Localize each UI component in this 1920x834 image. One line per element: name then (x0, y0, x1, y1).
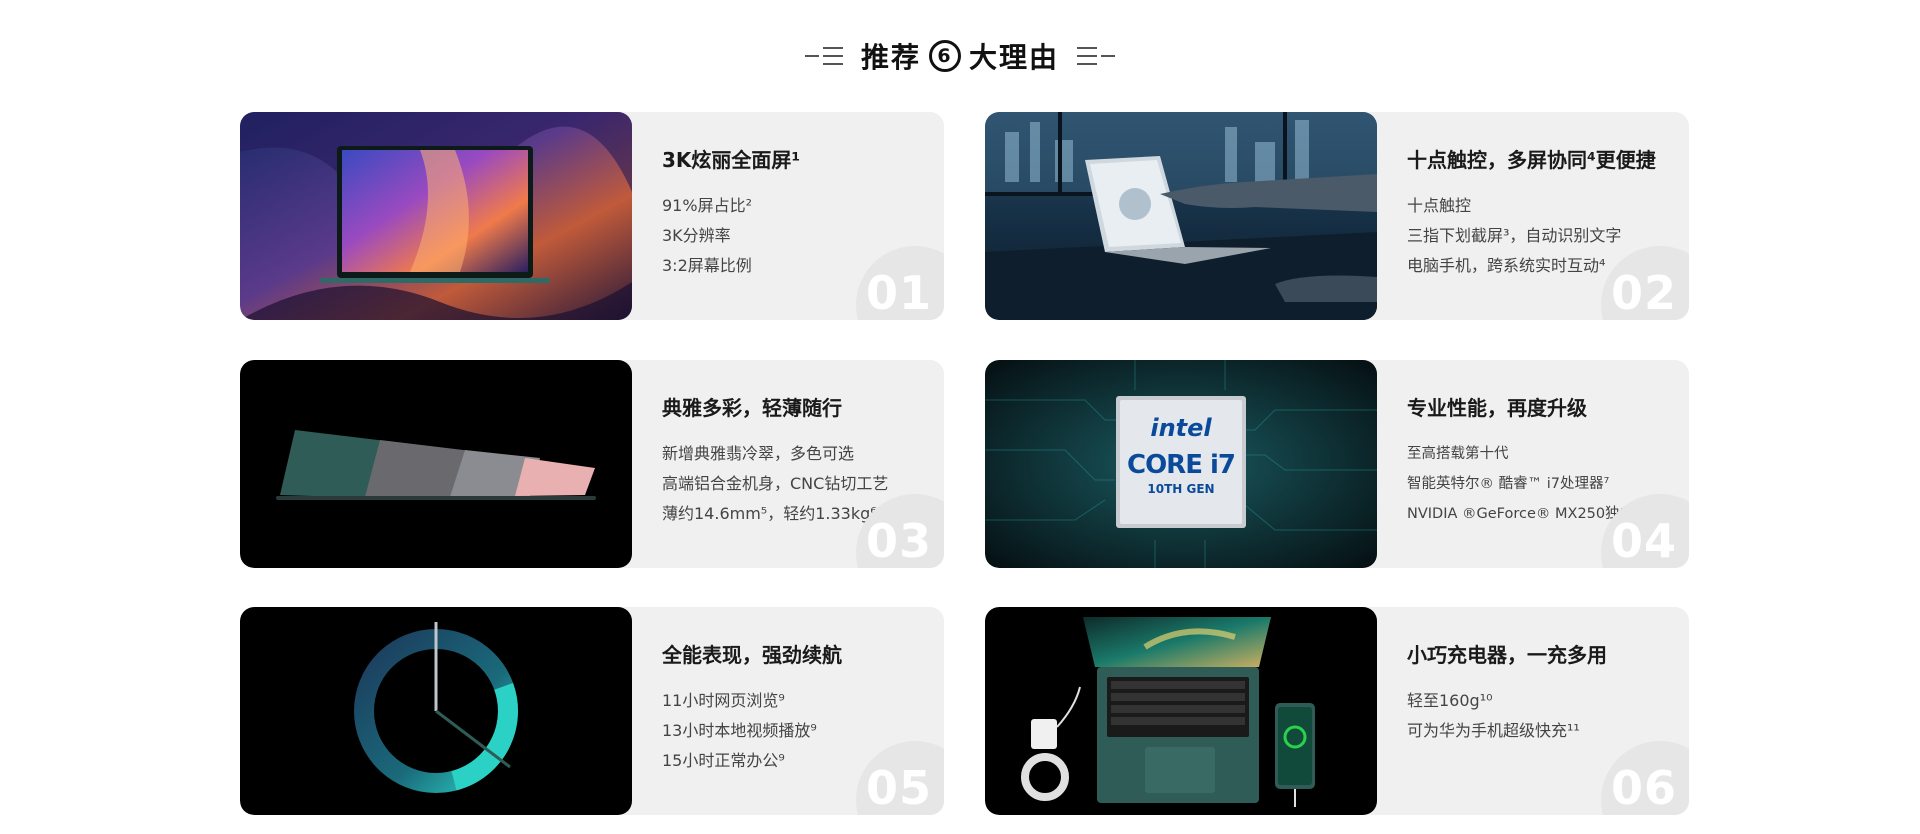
intel-chip-label: intel CORE i7 10TH GEN (1122, 402, 1240, 522)
title-prefix: 推荐 (860, 41, 921, 74)
card-number: 05 (865, 761, 932, 815)
card-title: 小巧充电器，一充多用 (1407, 643, 1607, 667)
card-line: 新增典雅翡冷翠，多色可选 (662, 444, 855, 463)
title-number-circle: 6 (929, 40, 961, 72)
card-line: 智能英特尔® 酷睿™ i7处理器⁷ (1407, 476, 1610, 492)
left-lines-decoration-icon (804, 47, 843, 65)
title-text: 推荐 6 大理由 (861, 36, 1059, 76)
card-line: 高端铝合金机身，CNC钻切工艺 (662, 474, 889, 493)
feature-card-display[interactable]: 3K炫丽全面屏¹ 91%屏占比² 3K分辨率 3:2屏幕比例 01 (240, 112, 944, 320)
battery-clock-image (240, 607, 632, 815)
card-title: 专业性能，再度升级 (1407, 396, 1587, 420)
card-title: 全能表现，强劲续航 (662, 643, 842, 667)
card-number: 03 (865, 514, 932, 568)
card-text: 小巧充电器，一充多用 轻至160g¹⁰ 可为华为手机超级快充¹¹ (1407, 639, 1685, 746)
display-laptop-image (240, 112, 632, 320)
card-title: 3K炫丽全面屏¹ (662, 148, 801, 172)
card-line: 91%屏占比² (662, 196, 752, 215)
card-line: 三指下划截屏³，自动识别文字 (1407, 226, 1622, 245)
section-title: 推荐 6 大理由 (0, 36, 1920, 76)
colors-laptops-image (240, 360, 632, 568)
card-line: 11小时网页浏览⁹ (662, 691, 785, 710)
card-line: 轻至160g¹⁰ (1407, 691, 1493, 710)
card-line: 13小时本地视频播放⁹ (662, 721, 817, 740)
card-number: 01 (865, 266, 932, 320)
card-title: 典雅多彩，轻薄随行 (662, 396, 842, 420)
feature-card-performance[interactable]: intel CORE i7 10TH GEN 专业性能，再度升级 至高搭载第十代… (985, 360, 1689, 568)
feature-card-touch[interactable]: 十点触控，多屏协同⁴更便捷 十点触控 三指下划截屏³，自动识别文字 电脑手机，跨… (985, 112, 1689, 320)
feature-card-battery[interactable]: 全能表现，强劲续航 11小时网页浏览⁹ 13小时本地视频播放⁹ 15小时正常办公… (240, 607, 944, 815)
intel-chip-image: intel CORE i7 10TH GEN (985, 360, 1377, 568)
card-number: 02 (1610, 266, 1677, 320)
card-line: 3K分辨率 (662, 226, 731, 245)
card-line: 十点触控 (1407, 196, 1472, 215)
charger-laptop-image (985, 607, 1377, 815)
title-suffix: 大理由 (969, 41, 1060, 74)
intel-model: CORE i7 (1126, 450, 1236, 480)
card-line: 可为华为手机超级快充¹¹ (1407, 721, 1580, 740)
card-title: 十点触控，多屏协同⁴更便捷 (1407, 148, 1656, 172)
feature-card-design[interactable]: 典雅多彩，轻薄随行 新增典雅翡冷翠，多色可选 高端铝合金机身，CNC钻切工艺 薄… (240, 360, 944, 568)
card-number: 06 (1610, 761, 1677, 815)
right-lines-decoration-icon (1077, 47, 1116, 65)
card-line: 至高搭载第十代 (1407, 446, 1509, 462)
intel-gen: 10TH GEN (1147, 482, 1215, 496)
touch-laptop-image (985, 112, 1377, 320)
feature-card-charger[interactable]: 小巧充电器，一充多用 轻至160g¹⁰ 可为华为手机超级快充¹¹ 06 (985, 607, 1689, 815)
intel-brand: intel (1150, 414, 1212, 442)
card-number: 04 (1610, 514, 1677, 568)
